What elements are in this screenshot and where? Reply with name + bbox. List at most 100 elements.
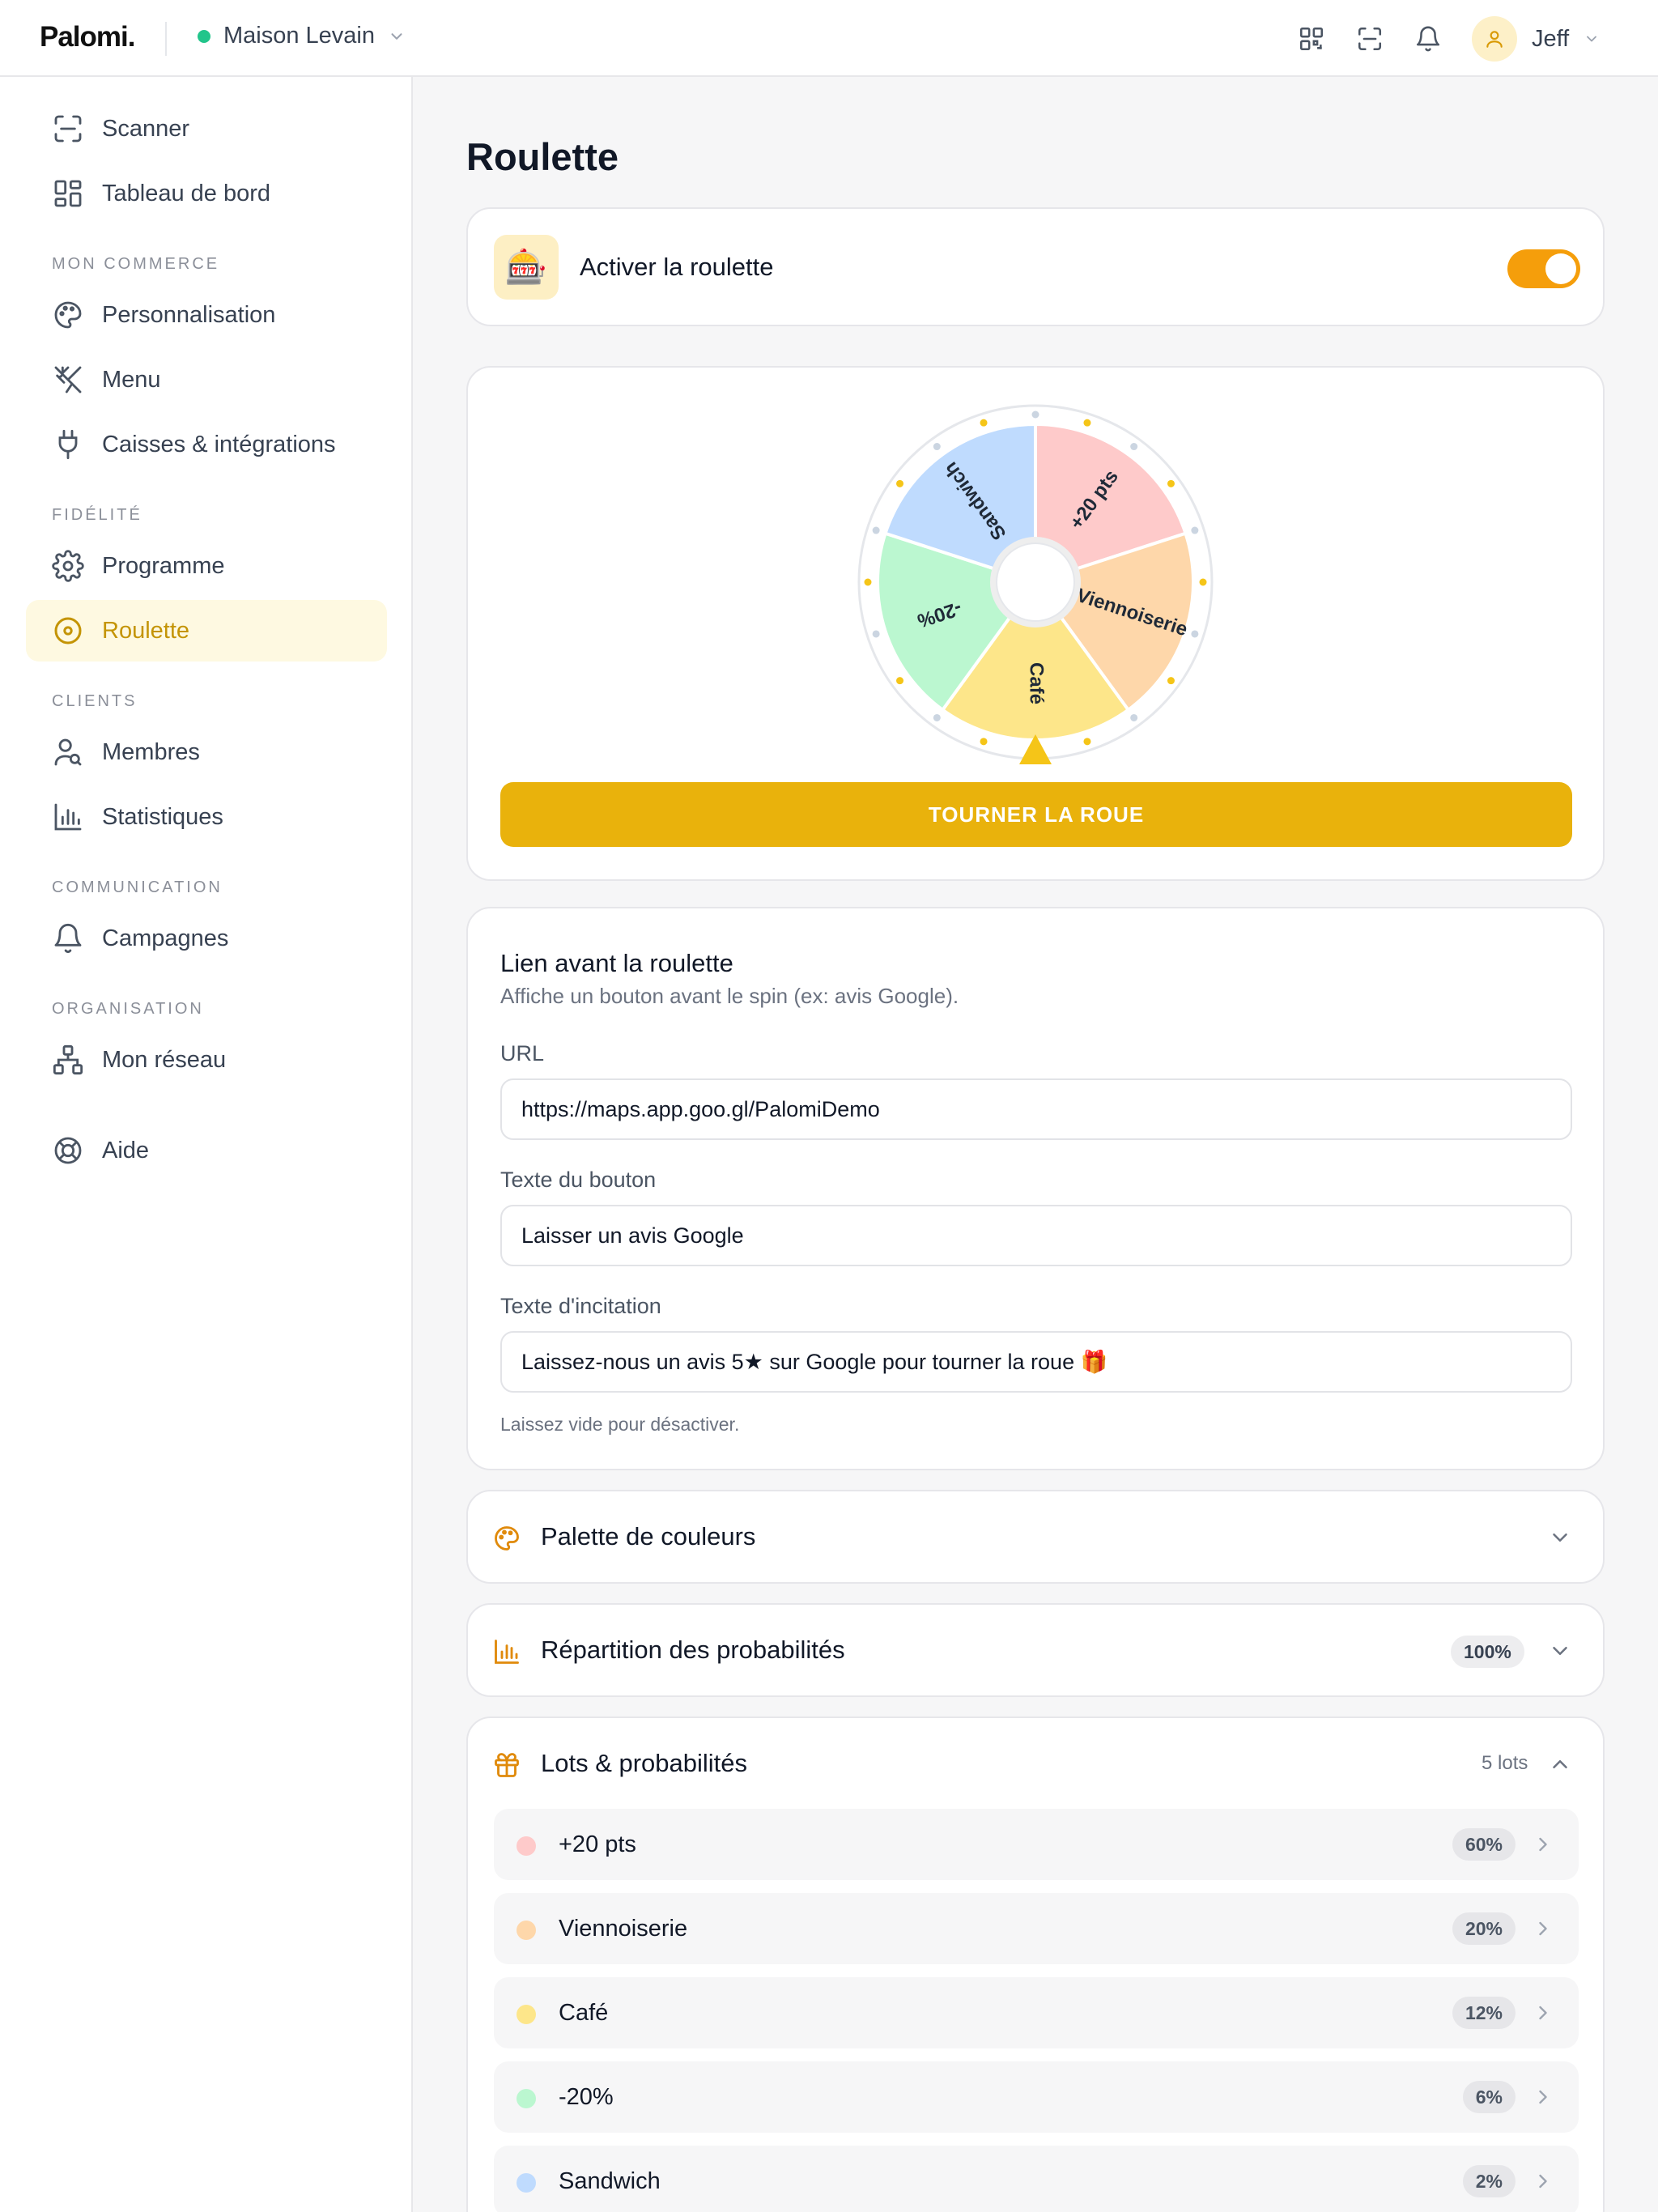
lot-color-dot: [517, 1921, 536, 1940]
qr-code-icon[interactable]: [1295, 23, 1328, 55]
lot-row[interactable]: Sandwich 2%: [494, 2146, 1579, 2212]
palette-section[interactable]: Palette de couleurs: [466, 1490, 1605, 1584]
link-card: Lien avant la roulette Affiche un bouton…: [466, 907, 1605, 1470]
lot-row[interactable]: -20% 6%: [494, 2061, 1579, 2133]
wheel-light: [872, 526, 880, 534]
lot-percent: 12%: [1452, 1997, 1516, 2029]
bell-icon[interactable]: [1412, 23, 1444, 55]
sidebar-item-dashboard[interactable]: Tableau de bord: [26, 163, 387, 224]
user-menu[interactable]: Jeff: [1472, 16, 1600, 62]
utensils-icon: [54, 366, 82, 393]
lot-color-dot: [517, 2173, 536, 2193]
sidebar-item-roulette[interactable]: Roulette: [26, 600, 387, 661]
sidebar-item-label: Caisses & intégrations: [102, 431, 336, 457]
scan-icon: [54, 115, 82, 143]
chevron-down-icon: [391, 32, 402, 40]
wheel-light: [1083, 419, 1091, 427]
sidebar-item-label: Tableau de bord: [102, 180, 270, 206]
lot-row[interactable]: Viennoiserie 20%: [494, 1893, 1579, 1964]
lot-name: Viennoiserie: [559, 1916, 688, 1942]
sidebar-item-caisses[interactable]: Caisses & intégrations: [26, 414, 387, 475]
wheel-light: [1167, 677, 1175, 685]
sidebar-item-scanner[interactable]: Scanner: [26, 98, 387, 160]
scan-icon[interactable]: [1354, 23, 1386, 55]
sidebar-item-statistiques[interactable]: Statistiques: [26, 786, 387, 848]
field-hint: Laissez vide pour désactiver.: [500, 1414, 740, 1435]
chevron-down-icon: [1553, 1647, 1567, 1655]
slot-machine-icon: 🎰: [494, 235, 559, 300]
wheel-light: [896, 677, 904, 685]
header-divider: [165, 22, 167, 56]
roulette-icon: [54, 617, 82, 644]
prompt-text-field[interactable]: Laissez-nous un avis 5★ sur Google pour …: [500, 1331, 1572, 1393]
palette-icon: [495, 1526, 519, 1551]
link-card-subtitle: Affiche un bouton avant le spin (ex: avi…: [500, 984, 959, 1008]
button-text-field[interactable]: Laisser un avis Google: [500, 1205, 1572, 1266]
url-field[interactable]: https://maps.app.goo.gl/PalomiDemo: [500, 1078, 1572, 1140]
dashboard-icon: [54, 180, 82, 207]
lot-row[interactable]: Café 12%: [494, 1977, 1579, 2048]
lot-percent: 60%: [1452, 1828, 1516, 1861]
chevron-down-icon: [1553, 1534, 1567, 1542]
plug-icon: [58, 429, 78, 460]
chevron-right-icon: [1539, 1837, 1547, 1852]
sidebar-item-aide[interactable]: Aide: [26, 1120, 387, 1181]
wheel-light: [1199, 578, 1207, 586]
wheel-light: [1083, 738, 1091, 746]
lifebuoy-icon: [54, 1137, 82, 1164]
lot-name: Café: [559, 2000, 609, 2026]
chevron-right-icon: [1539, 2090, 1547, 2104]
lot-name: -20%: [559, 2084, 614, 2110]
user-icon: [1486, 31, 1503, 48]
spin-button[interactable]: TOURNER LA ROUE: [500, 782, 1572, 847]
chevron-right-icon: [1539, 2006, 1547, 2020]
sidebar-item-reseau[interactable]: Mon réseau: [26, 1029, 387, 1091]
bell-icon: [54, 923, 82, 953]
lots-section: Lots & probabilités 5 lots +20 pts 60% V…: [466, 1716, 1605, 2212]
roulette-toggle[interactable]: [1507, 249, 1580, 288]
distribution-section[interactable]: Répartition des probabilités 100%: [466, 1603, 1605, 1697]
chevron-right-icon: [1539, 1921, 1547, 1936]
user-name: Jeff: [1532, 25, 1570, 52]
palette-icon: [54, 301, 82, 329]
wheel-light: [864, 578, 872, 586]
wheel-light: [980, 738, 988, 746]
wheel-light: [872, 630, 880, 638]
app-logo[interactable]: Palomi.: [40, 21, 135, 53]
sidebar-item-label: Campagnes: [102, 925, 229, 951]
chevron-down-icon: [1587, 36, 1597, 42]
sidebar-item-label: Mon réseau: [102, 1046, 227, 1073]
wheel-light: [1130, 713, 1138, 721]
sidebar-item-programme[interactable]: Programme: [26, 535, 387, 597]
sidebar-item-campagnes[interactable]: Campagnes: [26, 908, 387, 969]
sidebar-item-menu[interactable]: Menu: [26, 349, 387, 410]
prize-wheel: +20 ptsViennoiserieCafé-20%Sandwich: [857, 404, 1214, 764]
sidebar-item-label: Statistiques: [102, 803, 223, 830]
wheel-light: [933, 443, 941, 451]
shop-name: Maison Levain: [223, 23, 375, 49]
sidebar-item-label: Roulette: [102, 617, 190, 644]
url-label: URL: [500, 1041, 545, 1066]
sidebar-item-membres[interactable]: Membres: [26, 721, 387, 783]
lot-percent: 2%: [1462, 2165, 1516, 2197]
bar-chart-icon: [495, 1640, 519, 1664]
wheel-light: [1031, 410, 1039, 419]
gift-icon: [495, 1753, 519, 1777]
distribution-title: Répartition des probabilités: [541, 1636, 845, 1664]
sidebar-item-label: Personnalisation: [102, 301, 276, 328]
wheel-light: [933, 713, 941, 721]
section-label-communication: COMMUNICATION: [52, 878, 223, 896]
lot-percent: 6%: [1462, 2081, 1516, 2113]
wheel-light: [1191, 526, 1199, 534]
chevron-up-icon[interactable]: [1548, 1752, 1572, 1776]
shop-selector[interactable]: Maison Levain: [198, 23, 406, 49]
sidebar-item-personnalisation[interactable]: Personnalisation: [26, 284, 387, 346]
prompt-text-label: Texte d'incitation: [500, 1294, 661, 1318]
avatar: [1472, 16, 1517, 62]
user-search-icon: [54, 738, 82, 766]
toggle-knob: [1545, 253, 1576, 284]
lot-name: +20 pts: [559, 1831, 636, 1857]
lot-row[interactable]: +20 pts 60%: [494, 1809, 1579, 1880]
wheel-light: [980, 419, 988, 427]
sidebar-item-label: Aide: [102, 1137, 150, 1163]
